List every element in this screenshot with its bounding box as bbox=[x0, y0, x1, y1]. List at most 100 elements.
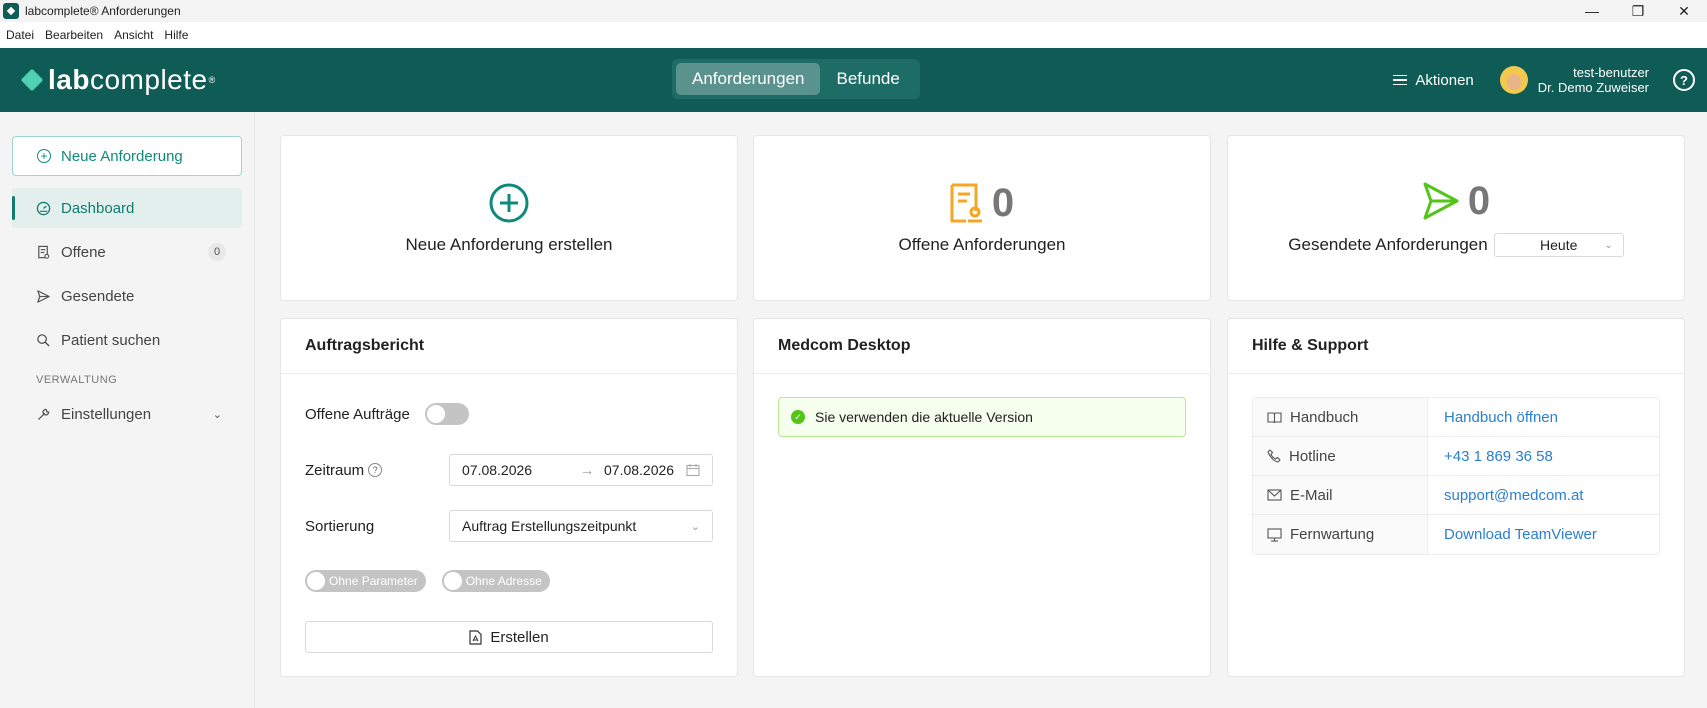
plus-circle-icon bbox=[489, 183, 529, 223]
email-link[interactable]: support@medcom.at bbox=[1428, 476, 1583, 514]
monitor-icon bbox=[1267, 527, 1282, 542]
sort-select[interactable]: Auftrag Erstellungszeitpunkt ⌄ bbox=[449, 510, 713, 542]
support-key: Handbuch bbox=[1290, 408, 1359, 426]
document-icon bbox=[38, 245, 50, 259]
support-key: E-Mail bbox=[1290, 486, 1333, 504]
teamviewer-link[interactable]: Download TeamViewer bbox=[1428, 515, 1597, 554]
sidebar-item-offene[interactable]: Offene 0 bbox=[12, 232, 242, 272]
menu-bar: Datei Bearbeiten Ansicht Hilfe bbox=[0, 22, 1707, 48]
menu-ansicht[interactable]: Ansicht bbox=[114, 28, 153, 42]
logo-text: complete bbox=[89, 64, 208, 95]
version-status-text: Sie verwenden die aktuelle Version bbox=[815, 409, 1033, 425]
logo-registered: ® bbox=[208, 75, 216, 85]
minimize-button[interactable]: — bbox=[1569, 0, 1615, 22]
document-icon bbox=[950, 183, 982, 223]
date-from[interactable]: 07.08.2026 bbox=[462, 462, 580, 478]
support-key: Fernwartung bbox=[1290, 526, 1375, 543]
arrow-right-icon: → bbox=[580, 462, 594, 478]
support-row-handbuch: Handbuch Handbuch öffnen bbox=[1253, 398, 1659, 437]
sidebar-item-patient-suchen[interactable]: Patient suchen bbox=[12, 320, 242, 360]
version-status-alert: ✓ Sie verwenden die aktuelle Version bbox=[778, 397, 1186, 437]
date-to[interactable]: 07.08.2026 bbox=[604, 462, 674, 478]
menu-datei[interactable]: Datei bbox=[6, 28, 34, 42]
sort-label: Sortierung bbox=[305, 517, 375, 535]
date-range-picker[interactable]: 07.08.2026 → 07.08.2026 bbox=[449, 454, 713, 486]
close-button[interactable]: ✕ bbox=[1661, 0, 1707, 22]
window-titlebar: labcomplete® Anforderungen — ❐ ✕ bbox=[0, 0, 1707, 22]
menu-icon bbox=[1393, 72, 1408, 89]
open-orders-label: Offene Aufträge bbox=[305, 405, 410, 423]
username: test-benutzer bbox=[1573, 65, 1649, 80]
card-title: Medcom Desktop bbox=[754, 319, 1210, 374]
sidebar-item-label: Offene bbox=[61, 243, 106, 261]
pdf-file-icon bbox=[469, 629, 482, 645]
period-label: Zeitraum bbox=[305, 461, 365, 479]
card-new-request[interactable]: Neue Anforderung erstellen bbox=[280, 135, 738, 301]
period-select-value: Heute bbox=[1540, 237, 1578, 253]
actions-button[interactable]: Aktionen bbox=[1393, 71, 1474, 89]
calendar-icon bbox=[686, 464, 700, 477]
hotline-link[interactable]: +43 1 869 36 58 bbox=[1428, 437, 1553, 475]
sidebar-item-einstellungen[interactable]: Einstellungen ⌄ bbox=[12, 394, 242, 434]
logo-text-bold: lab bbox=[48, 64, 90, 95]
logo-diamond-icon bbox=[20, 68, 44, 92]
main-tabs: Anforderungen Befunde bbox=[672, 59, 920, 99]
support-key: Hotline bbox=[1289, 447, 1336, 465]
manual-link[interactable]: Handbuch öffnen bbox=[1428, 398, 1558, 436]
user-menu[interactable]: test-benutzer Dr. Demo Zuweiser bbox=[1499, 65, 1649, 95]
card-auftragsbericht: Auftragsbericht Offene Aufträge Zeitraum… bbox=[280, 318, 738, 677]
support-table: Handbuch Handbuch öffnen Hotline +43 1 8… bbox=[1252, 397, 1660, 555]
tab-anforderungen[interactable]: Anforderungen bbox=[676, 63, 821, 95]
sort-select-value: Auftrag Erstellungszeitpunkt bbox=[462, 518, 637, 534]
menu-bearbeiten[interactable]: Bearbeiten bbox=[45, 28, 103, 42]
send-icon bbox=[37, 289, 50, 303]
create-report-button[interactable]: Erstellen bbox=[305, 621, 713, 653]
without-parameters-toggle[interactable]: Ohne Parameter bbox=[305, 570, 426, 592]
card-title: Hilfe & Support bbox=[1228, 319, 1684, 374]
check-circle-icon: ✓ bbox=[791, 410, 805, 424]
sidebar-item-dashboard[interactable]: Dashboard bbox=[12, 188, 242, 228]
new-request-label: Neue Anforderung bbox=[61, 147, 183, 165]
card-open-requests[interactable]: 0 Offene Anforderungen bbox=[753, 135, 1211, 301]
period-select[interactable]: Heute ⌄ bbox=[1493, 233, 1624, 257]
window-title: labcomplete® Anforderungen bbox=[25, 4, 181, 18]
new-request-card-label: Neue Anforderung erstellen bbox=[405, 235, 613, 254]
without-address-toggle[interactable]: Ohne Adresse bbox=[441, 570, 550, 592]
sent-requests-count: 0 bbox=[1467, 178, 1491, 223]
support-row-email: E-Mail support@medcom.at bbox=[1253, 476, 1659, 515]
question-icon[interactable]: ? bbox=[368, 463, 383, 477]
new-request-button[interactable]: + Neue Anforderung bbox=[12, 136, 242, 176]
mail-icon bbox=[1267, 489, 1282, 501]
toggle-label: Ohne Adresse bbox=[465, 574, 542, 588]
help-icon[interactable]: ? bbox=[1673, 69, 1695, 91]
sidebar-item-label: Dashboard bbox=[61, 199, 135, 217]
search-icon bbox=[37, 333, 50, 347]
wrench-icon bbox=[38, 408, 50, 420]
open-orders-toggle[interactable] bbox=[425, 403, 469, 425]
sent-requests-label: Gesendete Anforderungen bbox=[1288, 235, 1488, 254]
card-medcom-desktop: Medcom Desktop ✓ Sie verwenden die aktue… bbox=[753, 318, 1211, 677]
menu-hilfe[interactable]: Hilfe bbox=[164, 28, 188, 42]
dashboard-icon bbox=[36, 201, 51, 215]
sidebar-item-label: Einstellungen bbox=[61, 405, 152, 423]
card-title: Auftragsbericht bbox=[281, 319, 737, 374]
actions-label: Aktionen bbox=[1415, 71, 1474, 89]
section-verwaltung: VERWALTUNG bbox=[36, 374, 118, 386]
support-row-fernwartung: Fernwartung Download TeamViewer bbox=[1253, 515, 1659, 554]
app-header: lab complete ® Anforderungen Befunde Aktio… bbox=[0, 48, 1707, 112]
toggle-label: Ohne Parameter bbox=[329, 574, 418, 588]
open-requests-count: 0 bbox=[991, 180, 1015, 225]
tab-befunde[interactable]: Befunde bbox=[820, 63, 915, 95]
card-help-support: Hilfe & Support Handbuch Handbuch öffnen… bbox=[1227, 318, 1685, 677]
sidebar: + Neue Anforderung Dashboard Offene 0 Ge… bbox=[0, 112, 255, 708]
maximize-button[interactable]: ❐ bbox=[1615, 0, 1661, 22]
card-sent-requests[interactable]: 0 Gesendete Anforderungen Heute ⌄ bbox=[1227, 135, 1685, 301]
create-button-label: Erstellen bbox=[490, 628, 549, 646]
open-requests-label: Offene Anforderungen bbox=[898, 235, 1066, 254]
chevron-down-icon: ⌄ bbox=[1604, 239, 1613, 251]
avatar bbox=[1499, 66, 1528, 94]
sidebar-item-gesendete[interactable]: Gesendete bbox=[12, 276, 242, 316]
phone-icon bbox=[1267, 449, 1281, 463]
logo: lab complete ® bbox=[20, 64, 216, 96]
chevron-down-icon: ⌄ bbox=[212, 408, 222, 421]
